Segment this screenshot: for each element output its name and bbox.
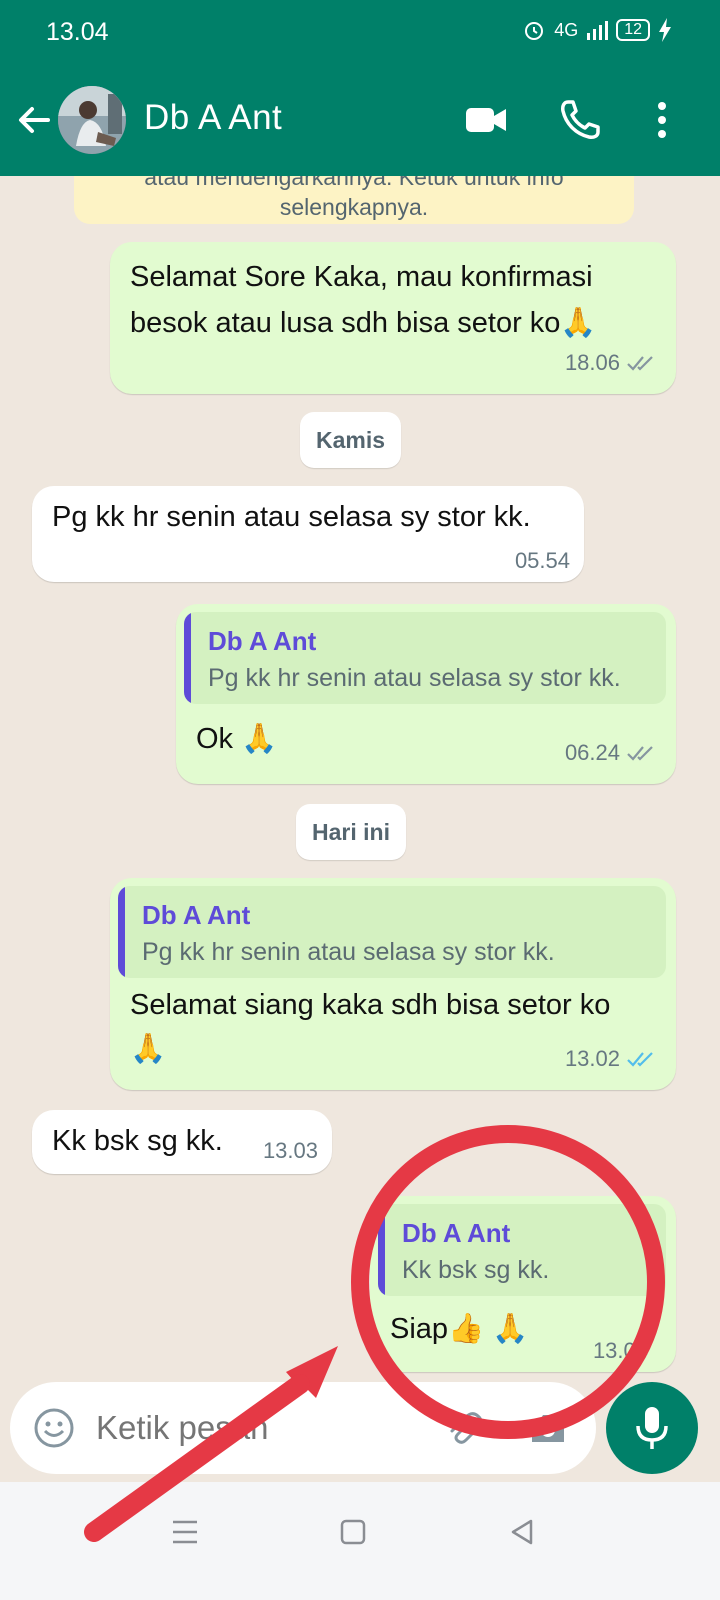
emoji-icon[interactable] — [32, 1406, 76, 1450]
message-meta: 13.04 — [593, 1338, 648, 1364]
chat-header: Db A Ant — [0, 84, 720, 156]
back-arrow-icon[interactable] — [14, 100, 54, 140]
message-time: 06.24 — [564, 740, 620, 765]
quote-accent-bar — [118, 886, 125, 978]
quote-author: Db A Ant — [402, 1218, 511, 1248]
notice-line-1: atau mendengarkannya. Ketuk untuk info — [144, 176, 564, 190]
message-composer — [10, 1382, 596, 1474]
app-header: 13.04 4G 12 Db A Ant — [0, 0, 720, 176]
attach-icon[interactable] — [442, 1406, 486, 1450]
status-time: 13.04 — [46, 18, 109, 46]
read-ticks-icon — [627, 356, 653, 371]
message-text-line-1: Selamat siang kaka sdh bisa setor ko — [130, 989, 611, 1021]
message-meta: 18.06 — [565, 350, 658, 376]
alarm-icon — [525, 22, 544, 40]
system-nav-bar — [0, 1482, 720, 1600]
message-text-line-2: 🙏 — [130, 1033, 167, 1065]
message-bubble-incoming[interactable]: Kk bsk sg kk. 13.03 — [32, 1110, 332, 1174]
date-divider: Kamis — [300, 412, 402, 468]
message-time: 18.06 — [564, 350, 620, 375]
message-text-line-2: besok atau lusa sdh bisa setor ko🙏 — [130, 307, 597, 339]
voice-call-icon[interactable] — [558, 98, 602, 142]
message-text: Kk bsk sg kk. — [52, 1125, 223, 1157]
message-text: Pg kk hr senin atau selasa sy stor kk. — [52, 501, 531, 533]
quote-author: Db A Ant — [208, 626, 317, 656]
message-bubble-outgoing[interactable]: Selamat Sore Kaka, mau konfirmasi besok … — [110, 242, 676, 394]
network-label: 4G — [554, 19, 579, 40]
encryption-notice[interactable]: atau mendengarkannya. Ketuk untuk info s… — [74, 176, 634, 224]
camera-icon[interactable] — [526, 1406, 570, 1450]
message-time: 13.02 — [564, 1046, 620, 1071]
quoted-message[interactable]: Db A Ant Kk bsk sg kk. — [378, 1204, 666, 1296]
date-divider: Hari ini — [296, 804, 406, 860]
delivered-ticks-icon — [627, 746, 653, 761]
more-options-icon[interactable] — [640, 98, 684, 142]
message-bubble-outgoing[interactable]: Db A Ant Kk bsk sg kk. Siap👍 🙏 13.04 — [370, 1196, 676, 1372]
message-text: Ok 🙏 — [196, 723, 278, 755]
recents-menu-icon[interactable] — [163, 1510, 207, 1554]
quote-text: Pg kk hr senin atau selasa sy stor kk. — [208, 664, 621, 692]
contact-name[interactable]: Db A Ant — [144, 98, 282, 138]
voice-message-button[interactable] — [606, 1382, 698, 1474]
message-meta: 06.24 — [565, 740, 658, 766]
quote-text: Pg kk hr senin atau selasa sy stor kk. — [142, 938, 555, 966]
microphone-icon — [636, 1407, 668, 1449]
status-icons: 4G 12 — [522, 18, 672, 42]
message-meta: 13.03 — [263, 1138, 318, 1164]
quote-text: Kk bsk sg kk. — [402, 1256, 550, 1284]
video-call-icon[interactable] — [464, 98, 508, 142]
battery-indicator: 12 — [616, 19, 650, 41]
quoted-message[interactable]: Db A Ant Pg kk hr senin atau selasa sy s… — [118, 886, 666, 978]
home-icon[interactable] — [331, 1510, 375, 1554]
signal-icon — [587, 21, 609, 40]
contact-avatar[interactable] — [58, 86, 126, 154]
message-input[interactable] — [96, 1404, 416, 1452]
message-bubble-outgoing[interactable]: Db A Ant Pg kk hr senin atau selasa sy s… — [110, 878, 676, 1090]
quote-author: Db A Ant — [142, 900, 251, 930]
message-meta: 13.02 — [565, 1046, 658, 1072]
message-time: 13.04 — [592, 1338, 648, 1363]
avatar-photo — [58, 86, 126, 154]
message-bubble-incoming[interactable]: Pg kk hr senin atau selasa sy stor kk. 0… — [32, 486, 584, 582]
quoted-message[interactable]: Db A Ant Pg kk hr senin atau selasa sy s… — [184, 612, 666, 704]
message-bubble-outgoing[interactable]: Db A Ant Pg kk hr senin atau selasa sy s… — [176, 604, 676, 784]
message-text: Siap👍 🙏 — [390, 1313, 529, 1345]
message-meta: 05.54 — [515, 548, 570, 574]
read-ticks-icon — [627, 1052, 653, 1067]
message-text-line-1: Selamat Sore Kaka, mau konfirmasi — [130, 261, 593, 293]
quote-accent-bar — [378, 1204, 385, 1296]
message-time: 05.54 — [514, 548, 570, 573]
quote-accent-bar — [184, 612, 191, 704]
system-back-icon[interactable] — [500, 1510, 544, 1554]
charging-icon — [659, 18, 671, 42]
message-time: 13.03 — [262, 1138, 318, 1163]
notice-line-2: selengkapnya. — [279, 194, 429, 220]
chat-area[interactable]: atau mendengarkannya. Ketuk untuk info s… — [0, 176, 720, 1512]
